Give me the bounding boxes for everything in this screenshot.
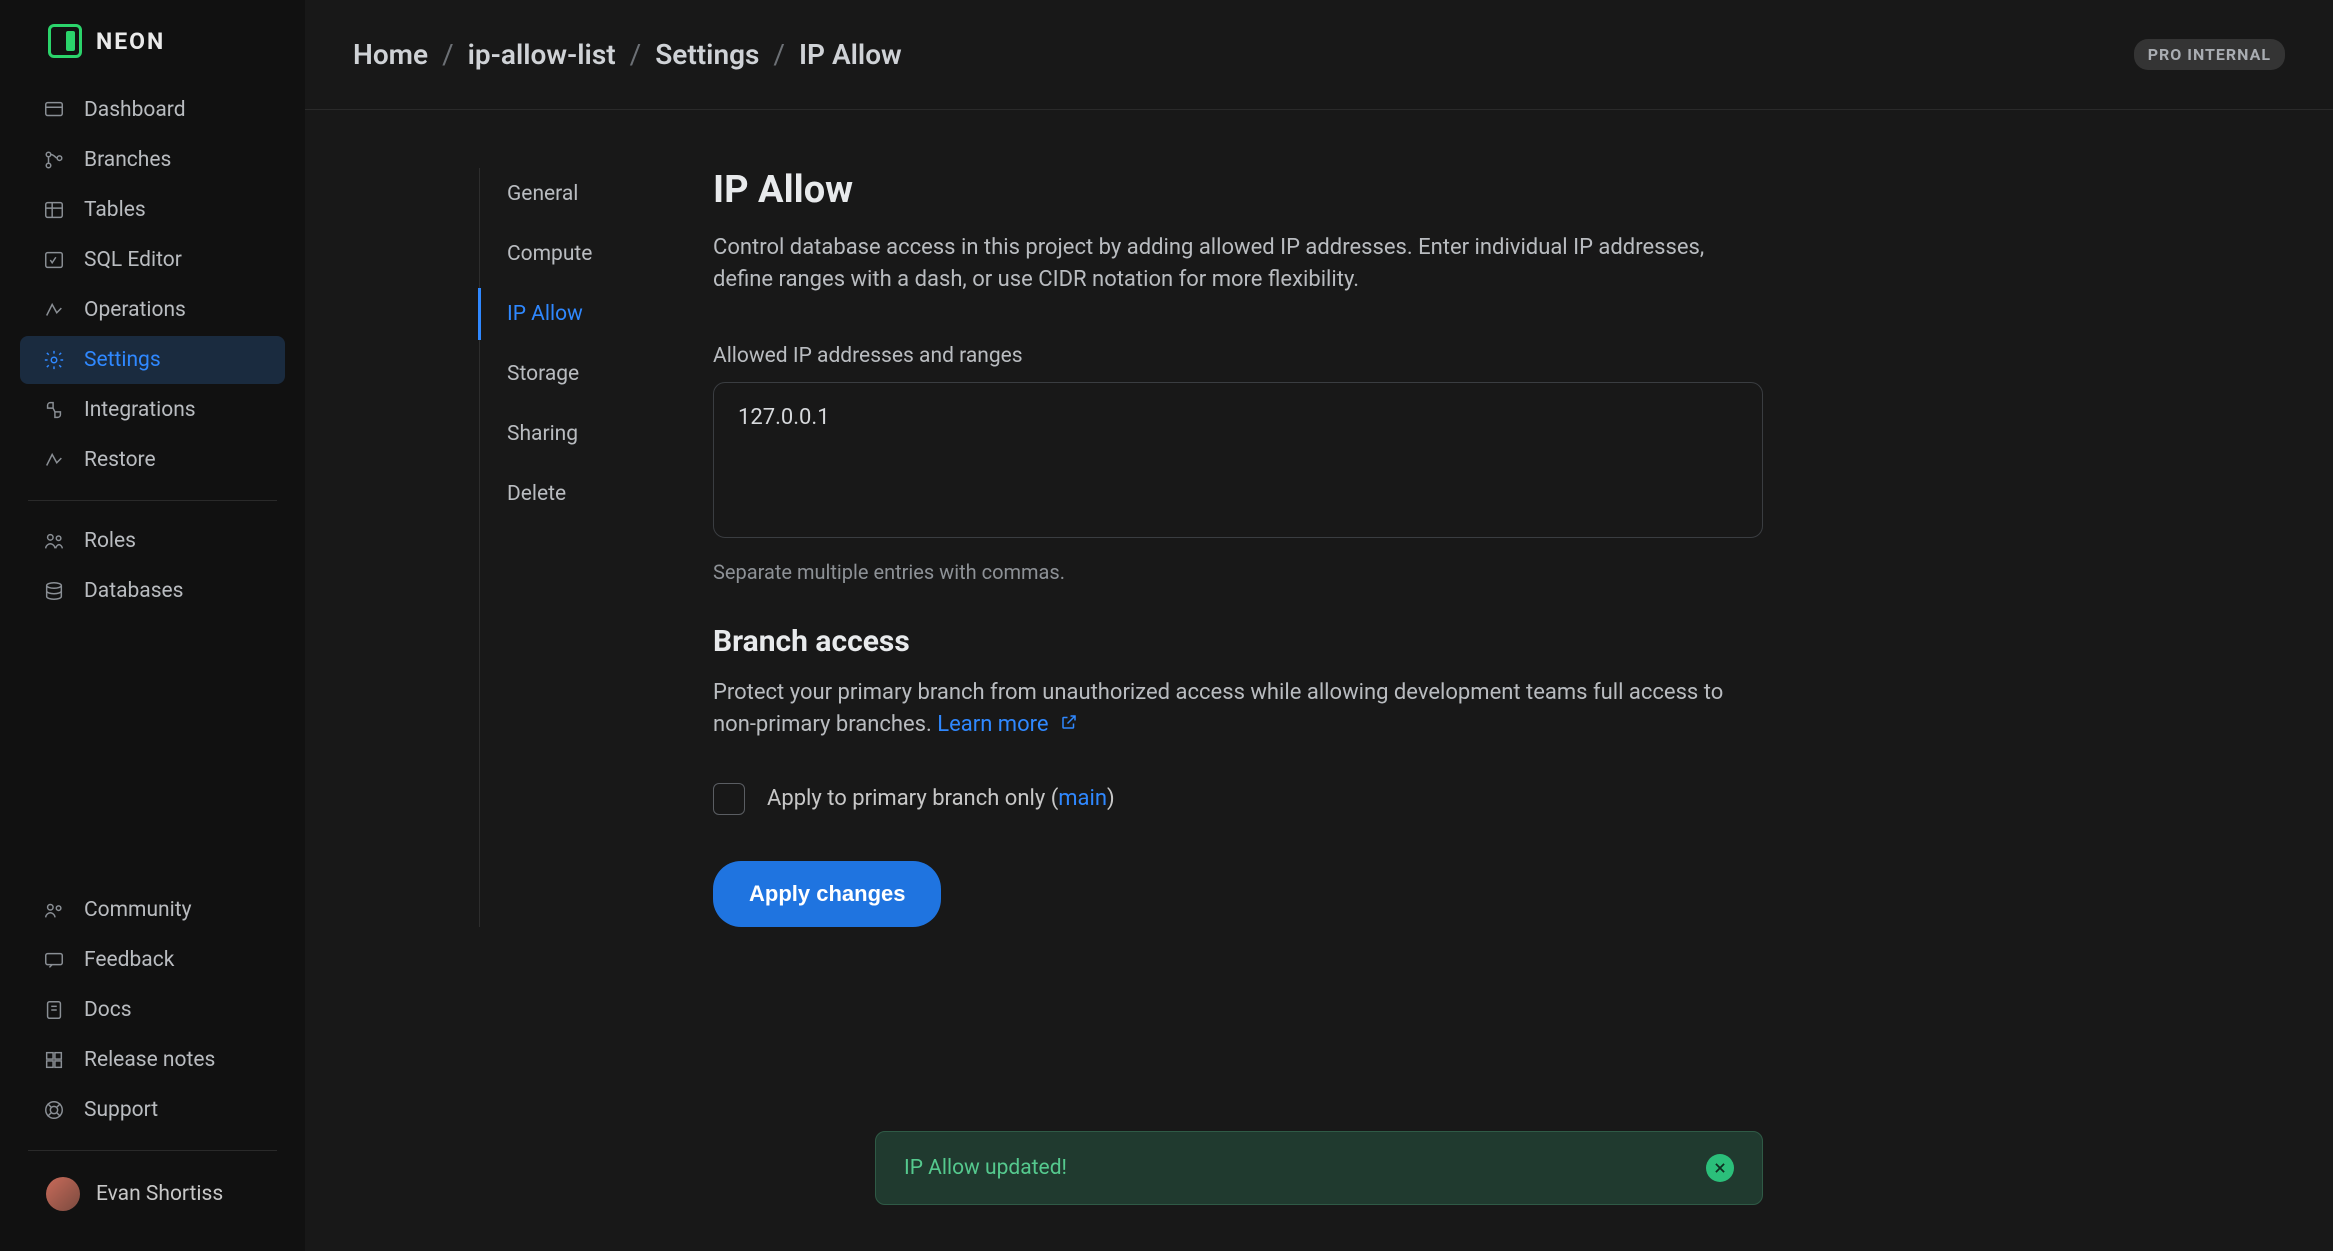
tables-icon xyxy=(42,198,66,222)
neon-logo-icon xyxy=(48,24,82,58)
brand-name: NEON xyxy=(96,28,165,55)
page-description: Control database access in this project … xyxy=(713,232,1713,296)
subnav-storage[interactable]: Storage xyxy=(478,348,649,400)
sidebar-item-settings[interactable]: Settings xyxy=(20,336,285,384)
primary-branch-link[interactable]: main xyxy=(1058,786,1107,811)
subnav-compute[interactable]: Compute xyxy=(478,228,649,280)
toast-message: IP Allow updated! xyxy=(904,1156,1067,1180)
breadcrumb-current: IP Allow xyxy=(799,38,902,71)
settings-panel: IP Allow Control database access in this… xyxy=(713,168,1763,927)
toast-success: IP Allow updated! xyxy=(875,1131,1763,1205)
sidebar-item-release-notes[interactable]: Release notes xyxy=(20,1036,285,1084)
sidebar-item-label: Release notes xyxy=(84,1048,215,1072)
checkbox-label: Apply to primary branch only (main) xyxy=(767,786,1115,811)
branches-icon xyxy=(42,148,66,172)
restore-icon xyxy=(42,448,66,472)
primary-branch-only-row: Apply to primary branch only (main) xyxy=(713,783,1763,815)
external-link-icon xyxy=(1060,709,1078,741)
sidebar-item-label: Integrations xyxy=(84,398,196,422)
primary-branch-only-checkbox[interactable] xyxy=(713,783,745,815)
sidebar-item-label: Tables xyxy=(84,198,146,222)
sidebar-item-label: Docs xyxy=(84,998,132,1022)
close-icon xyxy=(1713,1161,1727,1175)
feedback-icon xyxy=(42,948,66,972)
breadcrumb-separator: / xyxy=(630,38,642,71)
sidebar-item-label: Dashboard xyxy=(84,98,186,122)
sidebar-item-label: Roles xyxy=(84,529,136,553)
content: General Compute IP Allow Storage Sharing… xyxy=(305,110,2333,927)
branch-access-description: Protect your primary branch from unautho… xyxy=(713,677,1733,741)
sidebar-item-community[interactable]: Community xyxy=(20,886,285,934)
integrations-icon xyxy=(42,398,66,422)
ip-addresses-input[interactable] xyxy=(713,382,1763,538)
sidebar-item-dashboard[interactable]: Dashboard xyxy=(20,86,285,134)
main: Home / ip-allow-list / Settings / IP All… xyxy=(305,0,2333,1251)
ip-field-hint: Separate multiple entries with commas. xyxy=(713,560,1763,584)
subnav-delete[interactable]: Delete xyxy=(478,468,649,520)
divider xyxy=(28,500,277,501)
gear-icon xyxy=(42,348,66,372)
sidebar: NEON Dashboard Branches Tables SQL Edito… xyxy=(0,0,305,1251)
secondary-nav: Roles Databases xyxy=(0,517,305,615)
topbar: Home / ip-allow-list / Settings / IP All… xyxy=(305,0,2333,110)
breadcrumb: Home / ip-allow-list / Settings / IP All… xyxy=(353,38,902,71)
release-notes-icon xyxy=(42,1048,66,1072)
learn-more-link[interactable]: Learn more xyxy=(937,712,1078,737)
primary-nav: Dashboard Branches Tables SQL Editor Ope… xyxy=(0,86,305,484)
subnav-sharing[interactable]: Sharing xyxy=(478,408,649,460)
breadcrumb-project[interactable]: ip-allow-list xyxy=(468,38,616,71)
sidebar-item-label: Support xyxy=(84,1098,158,1122)
user-name: Evan Shortiss xyxy=(96,1182,223,1206)
community-icon xyxy=(42,898,66,922)
settings-subnav: General Compute IP Allow Storage Sharing… xyxy=(479,168,649,927)
operations-icon xyxy=(42,298,66,322)
sidebar-item-tables[interactable]: Tables xyxy=(20,186,285,234)
breadcrumb-separator: / xyxy=(442,38,454,71)
ip-field-label: Allowed IP addresses and ranges xyxy=(713,344,1763,368)
brand-logo[interactable]: NEON xyxy=(0,24,305,86)
toast-close-button[interactable] xyxy=(1706,1154,1734,1182)
divider xyxy=(28,1150,277,1151)
sidebar-item-label: Operations xyxy=(84,298,186,322)
sidebar-item-label: Feedback xyxy=(84,948,174,972)
sidebar-item-docs[interactable]: Docs xyxy=(20,986,285,1034)
breadcrumb-settings[interactable]: Settings xyxy=(655,38,759,71)
plan-badge: PRO INTERNAL xyxy=(2134,39,2285,70)
support-icon xyxy=(42,1098,66,1122)
sql-icon xyxy=(42,248,66,272)
subnav-ip-allow[interactable]: IP Allow xyxy=(478,288,649,340)
sidebar-item-label: SQL Editor xyxy=(84,248,182,272)
checkbox-label-suffix: ) xyxy=(1107,786,1115,811)
checkbox-label-prefix: Apply to primary branch only ( xyxy=(767,786,1058,811)
breadcrumb-separator: / xyxy=(773,38,785,71)
sidebar-item-sql-editor[interactable]: SQL Editor xyxy=(20,236,285,284)
user-menu[interactable]: Evan Shortiss xyxy=(0,1167,305,1221)
learn-more-label: Learn more xyxy=(937,712,1048,737)
sidebar-item-branches[interactable]: Branches xyxy=(20,136,285,184)
sidebar-item-label: Branches xyxy=(84,148,171,172)
apply-changes-button[interactable]: Apply changes xyxy=(713,861,941,927)
footer-nav: Community Feedback Docs Release notes Su… xyxy=(0,886,305,1134)
sidebar-item-integrations[interactable]: Integrations xyxy=(20,386,285,434)
breadcrumb-home[interactable]: Home xyxy=(353,38,428,71)
dashboard-icon xyxy=(42,98,66,122)
branch-access-text: Protect your primary branch from unautho… xyxy=(713,680,1723,737)
sidebar-item-label: Settings xyxy=(84,348,161,372)
sidebar-item-roles[interactable]: Roles xyxy=(20,517,285,565)
docs-icon xyxy=(42,998,66,1022)
page-title: IP Allow xyxy=(713,168,1763,212)
roles-icon xyxy=(42,529,66,553)
sidebar-item-support[interactable]: Support xyxy=(20,1086,285,1134)
sidebar-item-databases[interactable]: Databases xyxy=(20,567,285,615)
subnav-general[interactable]: General xyxy=(478,168,649,220)
sidebar-item-operations[interactable]: Operations xyxy=(20,286,285,334)
sidebar-item-restore[interactable]: Restore xyxy=(20,436,285,484)
sidebar-item-label: Community xyxy=(84,898,192,922)
branch-access-title: Branch access xyxy=(713,624,1763,659)
sidebar-item-label: Restore xyxy=(84,448,156,472)
sidebar-item-label: Databases xyxy=(84,579,184,603)
avatar xyxy=(46,1177,80,1211)
sidebar-item-feedback[interactable]: Feedback xyxy=(20,936,285,984)
database-icon xyxy=(42,579,66,603)
